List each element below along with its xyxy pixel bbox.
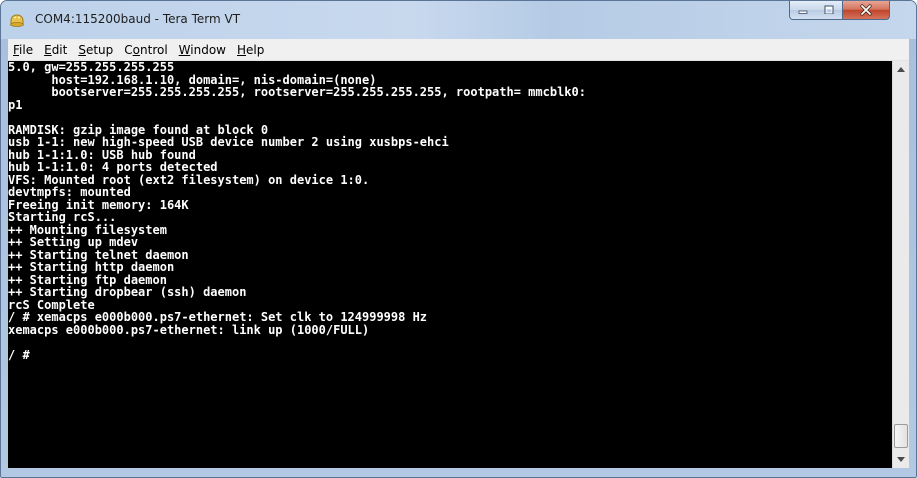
menu-edit[interactable]: Edit [39, 43, 73, 57]
teraterm-icon [10, 14, 24, 27]
terminal-line: Freeing init memory: 164K [8, 197, 189, 212]
terminal-output[interactable]: 5.0, gw=255.255.255.255 host=192.168.1.1… [8, 61, 892, 468]
terminal-line: / # xemacps e000b000.ps7-ethernet: Set c… [8, 310, 428, 324]
scroll-down-button[interactable] [893, 451, 909, 468]
terminal-line: bootserver=255.255.255.255, rootserver=2… [8, 85, 586, 99]
terminal-line: devtmpfs: mounted [8, 185, 131, 199]
minimize-icon [798, 10, 808, 14]
close-icon [860, 4, 872, 16]
terminal-line: / # [8, 347, 30, 362]
maximize-button[interactable] [816, 1, 843, 20]
scroll-down-arrow-icon [897, 457, 905, 462]
terminal-line: p1 [8, 97, 23, 112]
terminal-line: ++ Starting http daemon [8, 260, 175, 274]
terminal-line: ++ Starting dropbear (ssh) daemon [8, 285, 247, 299]
close-button[interactable] [843, 1, 890, 20]
terminal-frame: 5.0, gw=255.255.255.255 host=192.168.1.1… [8, 61, 909, 468]
terminal-line: xemacps e000b000.ps7-ethernet: link up (… [8, 322, 370, 337]
terminal-line: Starting rcS... [8, 210, 117, 224]
scroll-up-button[interactable] [893, 61, 909, 78]
title-bar[interactable]: COM4:115200baud - Tera Term VT [1, 1, 916, 39]
scroll-up-arrow-icon [897, 67, 905, 72]
menu-window[interactable]: Window [174, 43, 232, 57]
menu-file[interactable]: File [8, 43, 39, 57]
terminal-line: usb 1-1: new high-speed USB device numbe… [8, 135, 449, 149]
terminal-line: ++ Mounting filesystem [8, 222, 167, 237]
vertical-scrollbar[interactable] [892, 61, 909, 468]
scrollbar-thumb[interactable] [894, 424, 908, 448]
window-title: COM4:115200baud - Tera Term VT [35, 12, 241, 26]
teraterm-window: COM4:115200baud - Tera Term VT File Edit… [0, 0, 917, 478]
terminal-line: hub 1-1:1.0: 4 ports detected [8, 160, 218, 174]
maximize-icon [824, 5, 834, 14]
terminal-line: VFS: Mounted root (ext2 filesystem) on d… [8, 172, 370, 187]
menu-bar: File Edit Setup Control Window Help [8, 39, 909, 61]
menu-control[interactable]: Control [119, 43, 173, 57]
terminal-line: 5.0, gw=255.255.255.255 [8, 61, 175, 74]
minimize-button[interactable] [789, 1, 817, 20]
terminal-line: ++ Setting up mdev [8, 235, 139, 249]
menu-setup[interactable]: Setup [73, 43, 119, 57]
menu-help[interactable]: Help [232, 43, 270, 57]
